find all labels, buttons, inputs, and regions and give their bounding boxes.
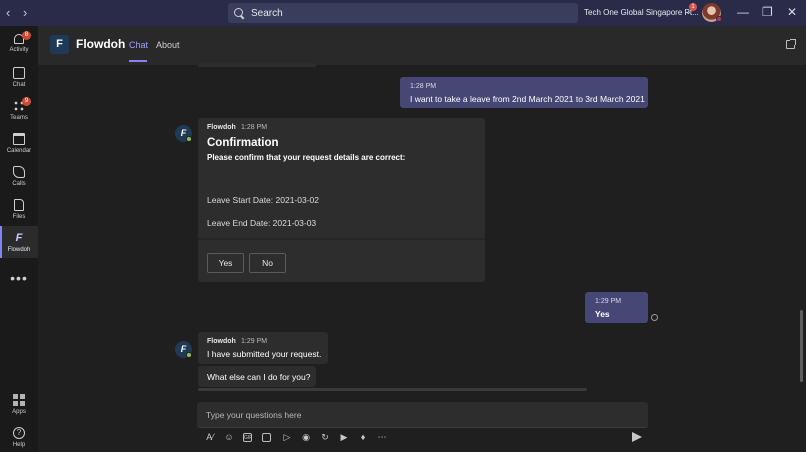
message-text: Yes bbox=[595, 309, 610, 319]
teams-badge: 9 bbox=[22, 97, 31, 106]
app-title: Flowdoh bbox=[76, 37, 126, 51]
rail-label: Help bbox=[12, 442, 26, 448]
back-arrow-icon[interactable]: ‹ bbox=[6, 5, 10, 20]
apps-share-icon[interactable]: ♦ bbox=[357, 431, 369, 443]
rail-item-calendar[interactable]: Calendar bbox=[0, 127, 38, 159]
previous-message-edge bbox=[198, 63, 316, 67]
presence-busy-icon bbox=[716, 16, 722, 22]
bot-avatar: F bbox=[175, 125, 192, 142]
flowdoh-logo: F bbox=[50, 35, 69, 54]
forward-arrow-icon[interactable]: › bbox=[23, 5, 27, 20]
bot-message[interactable]: What else can I do for you? bbox=[198, 366, 316, 387]
rail-item-apps[interactable]: Apps bbox=[0, 388, 38, 420]
message-input[interactable] bbox=[206, 408, 626, 422]
emoji-icon[interactable]: ☺ bbox=[223, 431, 235, 443]
rail-item-teams[interactable]: Teams 9 bbox=[0, 94, 38, 126]
more-options-icon[interactable]: ⋯ bbox=[376, 431, 388, 443]
rail-item-chat[interactable]: Chat bbox=[0, 61, 38, 93]
org-name[interactable]: Tech One Global Singapore Pt... bbox=[584, 8, 699, 17]
teams-window: ‹ › Search Tech One Global Singapore Pt.… bbox=[0, 0, 806, 452]
search-placeholder: Search bbox=[251, 7, 283, 19]
read-receipt-icon bbox=[651, 314, 658, 321]
popout-icon[interactable] bbox=[786, 39, 796, 49]
message-text: I have submitted your request. bbox=[207, 349, 322, 359]
rail-label: Files bbox=[12, 214, 26, 220]
rail-label: Chat bbox=[12, 82, 26, 88]
online-status-icon bbox=[186, 136, 192, 142]
message-time: 1:29 PM bbox=[241, 338, 268, 345]
phone-icon bbox=[13, 166, 25, 178]
compose-toolbar: A⁄ ☺ GIF ▷ ◉ ↻ ▶ ♦ ⋯ bbox=[204, 431, 650, 445]
more-apps-icon[interactable]: ••• bbox=[0, 270, 38, 286]
no-button[interactable]: No bbox=[249, 253, 286, 273]
leave-start-date: Leave Start Date: 2021-03-02 bbox=[207, 195, 319, 205]
rail-item-activity[interactable]: Activity 8 bbox=[0, 28, 38, 60]
app-header: F Flowdoh Chat About bbox=[38, 26, 806, 66]
rail-label: Calls bbox=[12, 181, 26, 187]
message-time: 1:29 PM bbox=[595, 298, 622, 305]
apps-icon bbox=[13, 394, 25, 406]
my-message[interactable]: 1:28 PM I want to take a leave from 2nd … bbox=[400, 77, 648, 108]
confirmation-card: Flowdoh 1:28 PM Confirmation Please conf… bbox=[198, 118, 485, 282]
card-title: Confirmation bbox=[207, 137, 279, 149]
rail-label: Flowdoh bbox=[7, 247, 31, 253]
search-box[interactable]: Search bbox=[228, 3, 578, 23]
tab-chat[interactable]: Chat bbox=[129, 40, 148, 62]
rail-label: Calendar bbox=[6, 148, 32, 154]
calendar-icon bbox=[13, 133, 25, 145]
title-bar: ‹ › Search Tech One Global Singapore Pt.… bbox=[0, 0, 806, 26]
message-text: I want to take a leave from 2nd March 20… bbox=[410, 94, 645, 104]
sticker-icon[interactable] bbox=[262, 433, 271, 442]
bot-avatar: F bbox=[175, 341, 192, 358]
flowdoh-icon: F bbox=[15, 232, 23, 244]
rail-label: Activity bbox=[9, 47, 29, 53]
tab-about[interactable]: About bbox=[156, 40, 180, 50]
meet-now-icon[interactable]: ▷ bbox=[281, 431, 293, 443]
rail-label: Apps bbox=[12, 409, 26, 415]
leave-end-date: Leave End Date: 2021-03-03 bbox=[207, 218, 317, 228]
gif-icon[interactable]: GIF bbox=[243, 433, 252, 442]
video-icon[interactable]: ▶ bbox=[338, 431, 350, 443]
message-time: 1:28 PM bbox=[410, 83, 437, 90]
vertical-scrollbar[interactable] bbox=[800, 310, 803, 382]
compose-box[interactable] bbox=[197, 402, 648, 428]
rail-item-calls[interactable]: Calls bbox=[0, 160, 38, 192]
app-rail: Activity 8 Chat Teams 9 Calendar Calls F… bbox=[0, 26, 38, 452]
message-time: 1:28 PM bbox=[241, 124, 268, 131]
rail-item-flowdoh[interactable]: F Flowdoh bbox=[0, 226, 38, 258]
message-sender: Flowdoh bbox=[207, 338, 236, 345]
loop-icon[interactable]: ↻ bbox=[319, 431, 331, 443]
online-status-icon bbox=[186, 352, 192, 358]
help-icon: ? bbox=[13, 427, 25, 439]
close-icon[interactable]: ✕ bbox=[787, 5, 797, 19]
yes-button[interactable]: Yes bbox=[207, 253, 244, 273]
rail-item-files[interactable]: Files bbox=[0, 193, 38, 225]
send-icon[interactable] bbox=[632, 432, 642, 442]
my-message[interactable]: 1:29 PM Yes bbox=[585, 292, 648, 323]
minimize-icon[interactable]: — bbox=[737, 5, 749, 19]
praise-icon[interactable]: ◉ bbox=[300, 431, 312, 443]
message-text: What else can I do for you? bbox=[207, 372, 311, 382]
maximize-icon[interactable]: ❐ bbox=[762, 5, 773, 19]
bot-message[interactable]: Flowdoh 1:29 PM I have submitted your re… bbox=[198, 332, 328, 364]
rail-item-help[interactable]: ? Help bbox=[0, 421, 38, 452]
horizontal-scrollbar[interactable] bbox=[198, 388, 587, 391]
format-icon[interactable]: A⁄ bbox=[204, 431, 216, 443]
card-divider bbox=[198, 238, 485, 240]
chat-icon bbox=[13, 67, 25, 79]
org-notification-badge: 1 bbox=[689, 3, 697, 11]
message-sender: Flowdoh bbox=[207, 124, 236, 131]
card-subtitle: Please confirm that your request details… bbox=[207, 153, 406, 162]
rail-label: Teams bbox=[10, 115, 28, 121]
file-icon bbox=[14, 199, 24, 211]
activity-badge: 8 bbox=[22, 31, 31, 40]
search-icon bbox=[234, 7, 245, 19]
chat-pane: 1:28 PM I want to take a leave from 2nd … bbox=[38, 63, 806, 452]
